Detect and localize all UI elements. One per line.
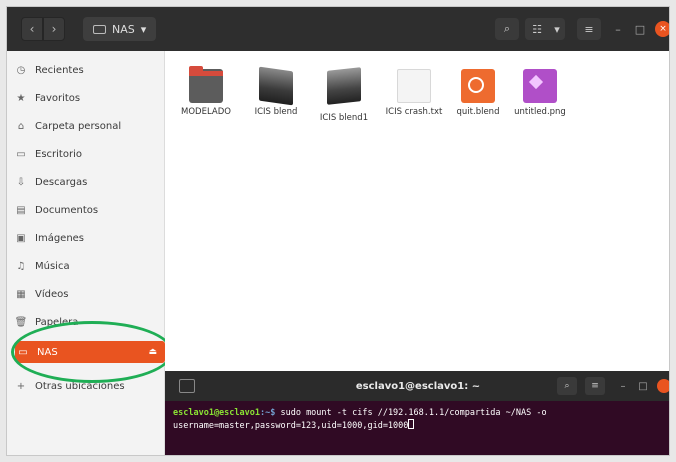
path-bar-button[interactable]: NAS ▾ — [83, 17, 157, 41]
blend-thumbnail-icon — [259, 66, 293, 106]
blender-file-icon — [461, 69, 495, 103]
terminal-command: sudo mount -t cifs //192.168.1.1/compart… — [275, 408, 547, 418]
chevron-down-icon: ▾ — [140, 22, 147, 36]
screenshot-frame: ‹ › NAS ▾ ⌕ ☷ ▾ ≡ – □ × ◷ Recientes ★ Fa… — [6, 6, 670, 456]
file-manager-headerbar: ‹ › NAS ▾ ⌕ ☷ ▾ ≡ – □ × — [7, 7, 669, 51]
music-icon: ♫ — [16, 260, 26, 272]
file-name: quit.blend — [456, 107, 500, 117]
terminal-search-button[interactable]: ⌕ — [557, 377, 577, 395]
file-name: ICIS blend1 — [319, 113, 369, 123]
document-icon: ▤ — [16, 204, 26, 216]
home-icon: ⌂ — [17, 120, 25, 132]
minimize-button[interactable]: – — [607, 23, 629, 36]
image-file-icon — [523, 69, 557, 103]
forward-button[interactable]: › — [43, 17, 65, 41]
terminal-headerbar: esclavo1@esclavo1: ~ ⌕ ≡ – □ — [165, 371, 669, 401]
terminal-output[interactable]: esclavo1@esclavo1:~$ sudo mount -t cifs … — [165, 401, 669, 438]
sidebar-item-label: Música — [35, 260, 70, 272]
sidebar-item-recientes[interactable]: ◷ Recientes — [13, 59, 161, 81]
file-name: ICIS crash.txt — [385, 107, 443, 117]
navigation-buttons: ‹ › — [21, 17, 65, 41]
sidebar-item-label: Descargas — [35, 176, 88, 188]
sidebar-item-label: Favoritos — [35, 92, 81, 104]
video-icon: ▦ — [16, 288, 26, 300]
sidebar-item-label: Vídeos — [35, 288, 69, 300]
sidebar-item-label: Imágenes — [35, 232, 85, 244]
sidebar-item-favoritos[interactable]: ★ Favoritos — [13, 87, 161, 109]
menu-button[interactable]: ≡ — [577, 18, 601, 40]
terminal-window[interactable]: esclavo1@esclavo1: ~ ⌕ ≡ – □ esclavo1@es… — [165, 371, 669, 455]
sidebar-item-carpeta-personal[interactable]: ⌂ Carpeta personal — [13, 115, 161, 137]
blend-thumbnail-icon — [327, 67, 361, 105]
search-button[interactable]: ⌕ — [495, 18, 519, 40]
search-icon: ⌕ — [503, 22, 511, 35]
list-view-icon: ☷ — [532, 22, 542, 36]
sidebar-item-escritorio[interactable]: ▭ Escritorio — [13, 143, 161, 165]
file-icon-view: MODELADO ICIS blend ICIS blend1 ICIS cra… — [165, 51, 669, 371]
terminal-command-continued: username=master,password=123,uid=1000,gi… — [173, 421, 409, 431]
terminal-controls: ⌕ ≡ – □ — [557, 377, 669, 395]
plus-icon: + — [16, 380, 26, 392]
terminal-line-2: username=master,password=123,uid=1000,gi… — [173, 419, 663, 432]
file-item-modelado[interactable]: MODELADO — [177, 66, 235, 117]
download-icon: ⇩ — [16, 176, 26, 188]
prompt-path: :~$ — [260, 408, 276, 418]
file-name: untitled.png — [514, 107, 566, 117]
terminal-menu-button[interactable]: ≡ — [585, 377, 605, 395]
text-cursor — [408, 419, 415, 429]
star-icon: ★ — [16, 92, 26, 104]
terminal-line-1: esclavo1@esclavo1:~$ sudo mount -t cifs … — [173, 407, 663, 419]
image-icon: ▣ — [16, 232, 26, 244]
path-label: NAS — [112, 22, 135, 36]
sidebar-item-label: Escritorio — [35, 148, 82, 160]
close-button[interactable]: × — [655, 21, 669, 37]
text-file-icon — [397, 69, 431, 103]
file-item-untitled-png[interactable]: untitled.png — [511, 69, 569, 117]
terminal-maximize-button[interactable]: □ — [633, 381, 653, 392]
sidebar-item-documentos[interactable]: ▤ Documentos — [13, 199, 161, 221]
view-mode-button[interactable]: ☷ — [525, 18, 549, 40]
desktop-icon: ▭ — [16, 148, 26, 160]
search-icon: ⌕ — [564, 381, 570, 391]
clock-icon: ◷ — [16, 64, 26, 76]
highlight-annotation-circle — [11, 321, 173, 383]
file-name: MODELADO — [181, 107, 231, 117]
file-name: ICIS blend — [254, 107, 298, 117]
file-item-icis-crash[interactable]: ICIS crash.txt — [385, 69, 443, 117]
file-item-icis-blend1[interactable]: ICIS blend1 — [315, 67, 373, 123]
trash-icon: 🗑 — [14, 316, 28, 328]
view-options-button[interactable]: ▾ — [549, 18, 565, 40]
drive-icon — [93, 24, 106, 34]
file-item-icis-blend[interactable]: ICIS blend — [247, 66, 305, 117]
close-icon: × — [659, 24, 667, 34]
sidebar-item-videos[interactable]: ▦ Vídeos — [13, 283, 161, 305]
sidebar-item-label: Recientes — [35, 64, 84, 76]
folder-icon — [189, 66, 223, 103]
chevron-down-icon: ▾ — [554, 22, 560, 36]
terminal-close-button[interactable] — [657, 379, 669, 393]
headerbar-actions: ⌕ ☷ ▾ ≡ – □ × — [495, 7, 669, 51]
places-sidebar: ◷ Recientes ★ Favoritos ⌂ Carpeta person… — [7, 51, 165, 455]
back-button[interactable]: ‹ — [21, 17, 43, 41]
sidebar-item-musica[interactable]: ♫ Música — [13, 255, 161, 277]
terminal-minimize-button[interactable]: – — [613, 381, 633, 392]
sidebar-item-label: Documentos — [35, 204, 99, 216]
file-item-quit-blend[interactable]: quit.blend — [449, 69, 507, 117]
sidebar-item-label: Carpeta personal — [35, 120, 122, 132]
hamburger-menu-icon: ≡ — [591, 381, 599, 391]
hamburger-menu-icon: ≡ — [584, 22, 594, 36]
maximize-button[interactable]: □ — [629, 23, 651, 36]
sidebar-item-descargas[interactable]: ⇩ Descargas — [13, 171, 161, 193]
prompt-user: esclavo1@esclavo1 — [173, 408, 260, 418]
sidebar-item-imagenes[interactable]: ▣ Imágenes — [13, 227, 161, 249]
